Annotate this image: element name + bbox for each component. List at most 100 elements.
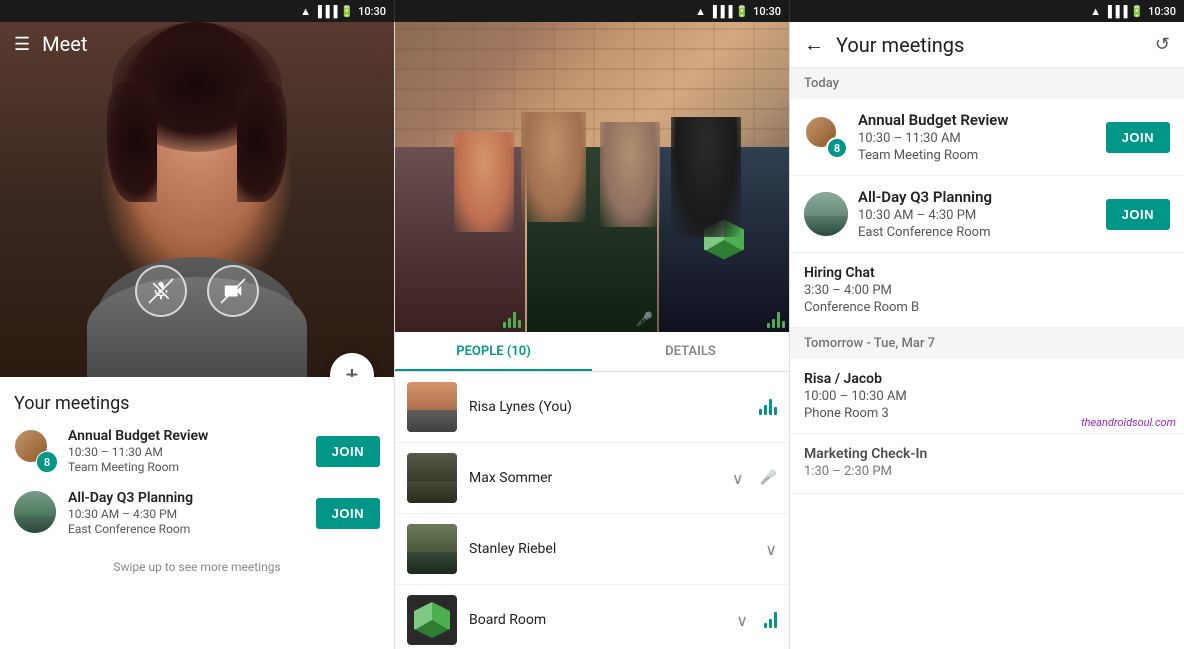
marketing-name: Marketing Check-In <box>804 446 1170 462</box>
camera-off-icon <box>222 280 244 302</box>
self-video-area: ☰ Meet + <box>0 22 394 377</box>
bar-s2 <box>772 319 775 328</box>
video-face <box>0 22 394 377</box>
mute-button[interactable] <box>135 265 187 317</box>
battery-icon: 🔋 <box>340 5 354 18</box>
mic-off-icon <box>150 280 172 302</box>
expand-stanley[interactable]: ∨ <box>765 540 777 559</box>
meeting-info-q3: All-Day Q3 Planning 10:30 AM – 4:30 PM E… <box>68 490 306 536</box>
meeting-avatars-budget: 8 <box>14 429 58 473</box>
meeting-name-budget: Annual Budget Review <box>68 428 306 444</box>
back-button[interactable]: ← <box>804 32 824 57</box>
camera-button[interactable] <box>207 265 259 317</box>
av-q3-body <box>804 216 848 236</box>
avatar-q3 <box>14 491 56 533</box>
refresh-button[interactable]: ↺ <box>1155 34 1170 55</box>
expand-boardroom[interactable]: ∨ <box>736 611 748 630</box>
meeting-room-photo: 🎤 <box>395 22 789 332</box>
right-meeting-room-q3: East Conference Room <box>858 225 1096 240</box>
risa-jacob-name: Risa / Jacob <box>804 371 1170 387</box>
person-thumb-risa <box>407 382 457 432</box>
person1 <box>454 132 514 232</box>
menu-icon[interactable]: ☰ <box>14 34 30 55</box>
right-meeting-q3: All-Day Q3 Planning 10:30 AM – 4:30 PM E… <box>790 176 1184 253</box>
section-header-tomorrow: Tomorrow - Tue, Mar 7 <box>790 328 1184 359</box>
join-button-q3[interactable]: JOIN <box>316 498 380 529</box>
right-meeting-name-budget: Annual Budget Review <box>858 111 1096 129</box>
tab-details[interactable]: DETAILS <box>592 332 789 371</box>
bar1 <box>503 322 506 328</box>
thumb-body-stanley <box>407 552 457 575</box>
watermark: theandroidsoul.com <box>1081 416 1176 429</box>
person3 <box>600 122 660 227</box>
left-panel: ☰ Meet + Your meet <box>0 22 395 649</box>
people-details-tabs: PEOPLE (10) DETAILS <box>395 332 789 372</box>
wifi-icon-mid: ▲ <box>695 5 706 18</box>
status-section-middle: ▲ ▐▐▐ 🔋 10:30 <box>395 0 790 22</box>
right-meeting-hiring: Hiring Chat 3:30 – 4:00 PM Conference Ro… <box>790 253 1184 328</box>
boardroom-logo <box>414 602 450 638</box>
bar3 <box>513 312 516 328</box>
av-q3-head <box>804 192 848 216</box>
bar4 <box>518 320 521 328</box>
mute-indicator-max: 🎤 <box>760 470 777 486</box>
tab-people[interactable]: PEOPLE (10) <box>395 332 592 371</box>
right-meeting-info-q3: All-Day Q3 Planning 10:30 AM – 4:30 PM E… <box>858 188 1096 240</box>
avatar-body <box>14 516 56 533</box>
expand-max[interactable]: ∨ <box>732 469 744 488</box>
right-panel: ← Your meetings ↺ Today 8 Annual Budget … <box>790 22 1184 649</box>
wifi-icon: ▲ <box>300 5 311 18</box>
people-list: Risa Lynes (You) Max Sommer ∨ 🎤 <box>395 372 789 649</box>
meeting-info-budget: Annual Budget Review 10:30 – 11:30 AM Te… <box>68 428 306 474</box>
meeting-item-q3: All-Day Q3 Planning 10:30 AM – 4:30 PM E… <box>14 490 380 536</box>
video-grid: 🎤 <box>395 22 789 332</box>
person-row-boardroom: Board Room ∨ <box>395 585 789 649</box>
marketing-time: 1:30 – 2:30 PM <box>804 464 1170 479</box>
person-row-max: Max Sommer ∨ 🎤 <box>395 443 789 514</box>
app-header: ☰ Meet <box>0 22 394 66</box>
bar2 <box>508 318 511 328</box>
hiring-chat-name: Hiring Chat <box>804 265 1170 281</box>
join-button-budget[interactable]: JOIN <box>316 436 380 467</box>
wifi-icon-right: ▲ <box>1090 5 1101 18</box>
meetings-list-title: Your meetings <box>14 393 380 414</box>
section-header-today: Today <box>790 68 1184 99</box>
risa-jacob-time: 10:00 – 10:30 AM <box>804 389 1170 404</box>
right-join-button-budget[interactable]: JOIN <box>1106 122 1170 153</box>
av-budget-badge: 8 <box>826 137 848 159</box>
person-row-stanley: Stanley Riebel ∨ <box>395 514 789 585</box>
person-name-boardroom: Board Room <box>469 612 724 628</box>
right-panel-title: Your meetings <box>836 33 1143 57</box>
right-meeting-marketing: Marketing Check-In 1:30 – 2:30 PM <box>790 434 1184 494</box>
bar-s4 <box>782 321 785 328</box>
right-meeting-time-q3: 10:30 AM – 4:30 PM <box>858 208 1096 223</box>
status-time-right: 10:30 <box>1148 5 1176 18</box>
video-controls <box>135 265 259 317</box>
middle-panel: 🎤 <box>395 22 790 649</box>
hiring-chat-room: Conference Room B <box>804 300 1170 315</box>
person-thumb-boardroom <box>407 595 457 645</box>
person4 <box>671 117 741 237</box>
signal-icon-mid: ▐▐▐ <box>709 5 732 18</box>
meeting-time-budget: 10:30 – 11:30 AM <box>68 445 306 459</box>
status-section-left: ▲ ▐▐▐ 🔋 10:30 <box>0 0 395 22</box>
hair-right <box>237 82 287 202</box>
meeting-item-budget: 8 Annual Budget Review 10:30 – 11:30 AM … <box>14 428 380 474</box>
right-meeting-time-budget: 10:30 – 11:30 AM <box>858 131 1096 146</box>
hair-left <box>107 82 157 202</box>
avatar-count-badge: 8 <box>36 451 58 473</box>
meetings-list: Your meetings 8 Annual Budget Review 10:… <box>0 377 394 649</box>
person-name-max: Max Sommer <box>469 470 720 486</box>
status-icons-left: ▲ ▐▐▐ 🔋 <box>300 5 354 18</box>
right-meeting-budget: 8 Annual Budget Review 10:30 – 11:30 AM … <box>790 99 1184 176</box>
right-header: ← Your meetings ↺ <box>790 22 1184 68</box>
meeting-time-q3: 10:30 AM – 4:30 PM <box>68 507 306 521</box>
hex-logo-br <box>414 602 450 638</box>
sound-bars-person-risa <box>759 399 777 415</box>
person2 <box>521 112 586 222</box>
person-name-risa: Risa Lynes (You) <box>469 399 747 415</box>
right-join-button-q3[interactable]: JOIN <box>1106 199 1170 230</box>
battery-icon-right: 🔋 <box>1130 5 1144 18</box>
av-budget-wrapper: 8 <box>804 115 848 159</box>
battery-icon-mid: 🔋 <box>735 5 749 18</box>
